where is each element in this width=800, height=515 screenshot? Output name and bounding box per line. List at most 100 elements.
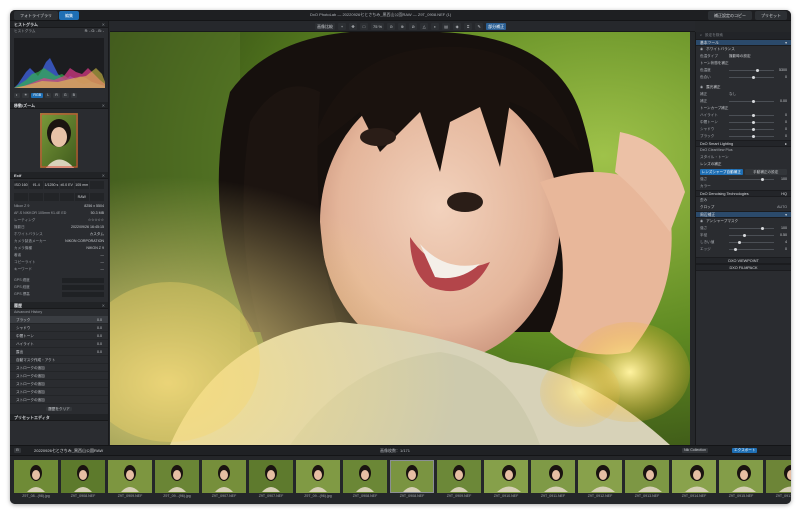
gps-input[interactable] [62, 278, 104, 283]
thumbnail-image[interactable] [108, 460, 152, 493]
gps-input[interactable] [62, 285, 104, 290]
channel-l[interactable]: L [45, 93, 52, 98]
thumbnail-image[interactable] [390, 460, 434, 493]
filmstrip-thumbnail[interactable]: Z9T_0915.NEF [719, 460, 763, 504]
lens-strength-slider[interactable] [729, 177, 774, 181]
wb-toggle-icon[interactable]: ◉ [700, 46, 703, 53]
close-icon[interactable]: ✕ [102, 302, 105, 309]
history-item[interactable]: ストロークの追加 [10, 388, 108, 396]
navigator-header[interactable]: 移動/ズーム ✕ [10, 102, 108, 109]
gps-input[interactable] [62, 292, 104, 297]
thumbnail-image[interactable] [202, 460, 246, 493]
slider-track[interactable] [729, 134, 774, 138]
exif-field-value[interactable]: — [100, 266, 104, 273]
history-item[interactable]: ストロークの追加 [10, 396, 108, 404]
export-button[interactable]: エクスポート [732, 447, 758, 453]
thumbnail-image[interactable] [625, 460, 669, 493]
toolbar-tool[interactable]: ⊕ [398, 23, 407, 30]
slider-knob[interactable] [760, 226, 764, 230]
slider-knob[interactable] [751, 134, 755, 138]
presets-button[interactable]: プリセット [755, 11, 787, 20]
wb-mode-select[interactable]: 撮影時の設定 [729, 53, 751, 60]
history-item[interactable]: ストロークの追加 [10, 364, 108, 372]
channel-g[interactable]: G [61, 93, 69, 98]
exif-field-value[interactable]: — [100, 252, 104, 259]
exposure-toggle-icon[interactable]: ◉ [700, 84, 703, 91]
preset-editor-header[interactable]: プリセットエディタ [10, 414, 108, 421]
exposure-value[interactable]: 0.00 [777, 98, 787, 105]
filmstrip-thumbnail[interactable]: Z9T_0908.NEF [343, 460, 387, 504]
toolbar-tool[interactable]: ◈ [453, 23, 462, 30]
exif-field-value[interactable]: NIKON Z 9 [86, 245, 104, 252]
exif-header[interactable]: Exif ✕ [10, 172, 108, 179]
filmstrip-thumbnail[interactable]: Z9T_0908.NEF [61, 460, 105, 504]
slider-value[interactable]: 0 [777, 119, 787, 126]
toolbar-tool[interactable]: ▤ [442, 23, 451, 30]
thumbnail-image[interactable] [578, 460, 622, 493]
settings-search-input[interactable]: 設定を検索 [705, 32, 787, 39]
filmstrip-thumbnail[interactable]: Z9T_0911.NEF [531, 460, 575, 504]
slider-track[interactable] [729, 247, 774, 251]
filmpack-section[interactable]: DXO FILMPACK [696, 264, 791, 271]
thumbnail-image[interactable] [249, 460, 293, 493]
channel-rgb[interactable]: RGB [31, 93, 44, 98]
slider-track[interactable] [729, 68, 774, 72]
thumbnail-image[interactable] [719, 460, 763, 493]
slider-track[interactable] [729, 75, 774, 79]
filmstrip-thumbnail[interactable]: Z9T_09...(96).jpg [155, 460, 199, 504]
toolbar-tool[interactable]: 画像比較 [315, 23, 335, 30]
copy-settings-button[interactable]: 補正設定のコピー [708, 11, 752, 20]
lens-sharpness-auto-button[interactable]: レンズシャープ自動補正 [700, 169, 743, 175]
slider-knob[interactable] [738, 240, 741, 244]
history-item[interactable]: ストロークの追加 [10, 372, 108, 380]
thumbnail-image[interactable] [296, 460, 340, 493]
filmstrip-thumbnail[interactable]: Z9T_0908.NEF [390, 460, 434, 504]
lens-strength-value[interactable]: 100 [777, 176, 787, 183]
toolbar-tool[interactable]: ✎ [475, 23, 484, 30]
thumbnail-image[interactable] [766, 460, 791, 493]
slider-knob[interactable] [756, 68, 759, 72]
history-item[interactable]: ストロークの追加 [10, 380, 108, 388]
manual-correction-button[interactable]: 手動補正の設定 [744, 169, 787, 175]
slider-value[interactable]: 0 [777, 126, 787, 133]
slider-value[interactable]: 0.50 [777, 232, 787, 239]
toolbar-tool[interactable]: ⊘ [409, 23, 418, 30]
slider-knob[interactable] [751, 127, 755, 131]
filmstrip-thumbnail[interactable]: Z9T_0912.NEF [578, 460, 622, 504]
viewpoint-section[interactable]: DXO VIEWPOINT [696, 257, 791, 264]
tab-edit[interactable]: 編集 [59, 11, 79, 20]
slider-knob[interactable] [751, 75, 755, 79]
histogram-header[interactable]: ヒストグラム ✕ [10, 21, 108, 28]
basic-tools-section[interactable]: 基本ツール ▾ [696, 39, 791, 46]
filmstrip-thumbnail[interactable]: Z9T_0910.NEF [484, 460, 528, 504]
unsharp-toggle-icon[interactable]: ◉ [700, 218, 703, 225]
exif-field-value[interactable]: ☆☆☆☆☆ [88, 217, 104, 224]
filmstrip-thumbnail[interactable]: Z9T_0909.NEF [108, 460, 152, 504]
slider-track[interactable] [729, 127, 774, 131]
vignette-section[interactable]: 周辺補正 ▾ [696, 211, 791, 218]
shadow-clip-icon[interactable]: ◐ [14, 93, 21, 98]
clear-history-button[interactable]: 履歴をクリア [46, 407, 72, 411]
history-item[interactable]: 露出 0.0 [10, 348, 108, 356]
filter-icon[interactable]: ⊟ [14, 448, 22, 453]
close-icon[interactable]: ✕ [102, 21, 105, 28]
folder-name[interactable]: 20220926七とさちみ_黒西山公園RAW [34, 448, 103, 454]
exif-field-value[interactable]: — [100, 259, 104, 266]
smart-lighting-section[interactable]: DxO Smart Lighting ▸ [696, 140, 791, 147]
toolbar-tool[interactable]: ⊙ [387, 23, 396, 30]
toolbar-tool[interactable]: ◐ [431, 23, 440, 30]
slider-value[interactable]: 0 [777, 246, 787, 253]
filmstrip-thumbnail[interactable]: Z9T_0913.NEF [625, 460, 669, 504]
toolbar-tool[interactable]: □ [360, 23, 368, 30]
toolbar-tool[interactable]: ✥ [349, 23, 357, 30]
slider-knob[interactable] [733, 247, 737, 251]
close-icon[interactable]: ✕ [102, 172, 105, 179]
filmstrip-thumbnail[interactable]: Z9T_0917.NEF [766, 460, 791, 504]
exposure-slider[interactable] [729, 99, 774, 103]
filmstrip-thumbnail[interactable]: Z9T_0907.NEF [249, 460, 293, 504]
filmstrip-thumbnail[interactable]: Z9T_0909.NEF [437, 460, 481, 504]
history-item[interactable]: ブラック 0.0 [10, 316, 108, 324]
image-viewer[interactable] [110, 32, 690, 445]
toolbar-tool[interactable]: ⌗ [464, 23, 473, 30]
history-item[interactable]: シャドウ 0.0 [10, 324, 108, 332]
